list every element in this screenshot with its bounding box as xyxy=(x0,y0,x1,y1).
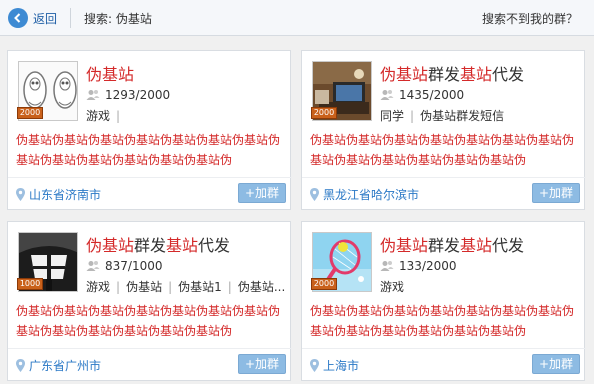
group-name[interactable]: 伪基站群发基站代发 xyxy=(380,61,524,85)
card-footer: 广东省广州市 +加群 xyxy=(8,348,292,382)
group-tag[interactable]: 游戏 xyxy=(86,107,110,124)
group-description: 伪基站伪基站伪基站伪基站伪基站伪基站伪基站伪基站伪基站伪基站伪基站伪基站伪基站伪 xyxy=(16,133,281,167)
capacity-badge: 2000 xyxy=(311,107,337,119)
group-name-part: 伪基站 xyxy=(380,236,429,255)
member-count-text: 837/1000 xyxy=(105,259,163,273)
card-footer: 上海市 +加群 xyxy=(302,348,586,382)
member-count-text: 1435/2000 xyxy=(399,88,465,102)
group-description: 伪基站伪基站伪基站伪基站伪基站伪基站伪基站伪基站伪基站伪基站伪基站伪基站伪基站伪 xyxy=(310,304,575,338)
search-query: 搜索: 伪基站 xyxy=(84,12,152,26)
capacity-badge: 1000 xyxy=(17,278,43,290)
group-location[interactable]: 黑龙江省哈尔滨市 xyxy=(310,186,419,203)
group-tags: 同学 | 伪基站群发短信 xyxy=(380,107,580,124)
tag-separator: | xyxy=(168,280,173,294)
group-name-part: 基站 xyxy=(460,236,493,255)
location-pin-icon xyxy=(310,359,319,372)
group-tag[interactable]: 伪基站群发短信 xyxy=(420,107,504,124)
group-name[interactable]: 伪基站 xyxy=(86,61,134,85)
card-footer: 黑龙江省哈尔滨市 +加群 xyxy=(302,177,586,211)
group-name[interactable]: 伪基站群发基站代发 xyxy=(380,232,524,256)
people-icon xyxy=(380,90,394,100)
group-name-part: 代发 xyxy=(492,236,525,255)
location-text: 黑龙江省哈尔滨市 xyxy=(323,188,420,202)
tag-separator: | xyxy=(116,280,121,294)
back-button[interactable]: 返回 xyxy=(8,7,57,29)
add-group-button[interactable]: +加群 xyxy=(238,354,286,374)
group-card[interactable]: 2000 伪基站群发基站代发 133/2000 游戏 伪基站伪基站伪基站伪基站伪… xyxy=(301,221,586,382)
group-tag[interactable]: 伪基站 xyxy=(126,278,162,295)
group-description: 伪基站伪基站伪基站伪基站伪基站伪基站伪基站伪基站伪基站伪基站伪基站伪基站伪基站伪 xyxy=(16,304,281,338)
group-location[interactable]: 广东省广州市 xyxy=(16,357,101,374)
people-icon xyxy=(380,261,394,271)
capacity-badge: 2000 xyxy=(311,278,337,290)
add-group-button[interactable]: +加群 xyxy=(238,183,286,203)
group-tag[interactable]: 伪基站1 xyxy=(178,278,222,295)
group-location[interactable]: 山东省济南市 xyxy=(16,186,101,203)
tag-separator: | xyxy=(410,109,415,123)
add-group-button[interactable]: +加群 xyxy=(532,183,580,203)
capacity-badge: 2000 xyxy=(17,107,43,119)
card-footer: 山东省济南市 +加群 xyxy=(8,177,292,211)
group-card[interactable]: 1000 伪基站群发基站代发 837/1000 游戏 | 伪基站 | 伪基站1 | 伪基站.… xyxy=(7,221,292,382)
divider xyxy=(70,8,71,28)
group-tag[interactable]: 同学 xyxy=(380,107,404,124)
group-name-part: 伪基站 xyxy=(86,236,135,255)
group-tags: 游戏 | xyxy=(86,107,286,124)
group-tags: 游戏 xyxy=(380,278,580,295)
group-name-part: 群发 xyxy=(428,65,461,84)
location-pin-icon xyxy=(16,359,25,372)
location-pin-icon xyxy=(16,188,25,201)
member-count-text: 1293/2000 xyxy=(105,88,171,102)
group-location[interactable]: 上海市 xyxy=(310,357,359,374)
group-name-part: 伪基站 xyxy=(380,65,429,84)
group-description: 伪基站伪基站伪基站伪基站伪基站伪基站伪基站伪基站伪基站伪基站伪基站伪基站伪基站伪 xyxy=(310,133,575,167)
group-tag[interactable]: 游戏 xyxy=(380,278,404,295)
location-text: 广东省广州市 xyxy=(29,359,102,373)
member-count: 837/1000 xyxy=(86,259,163,273)
group-name-part: 群发 xyxy=(134,236,167,255)
tag-separator: | xyxy=(116,109,121,123)
group-tag[interactable]: 伪基站... xyxy=(238,278,285,295)
group-card[interactable]: 2000 伪基站群发基站代发 1435/2000 同学 | 伪基站群发短信 伪基站伪… xyxy=(301,50,586,211)
location-pin-icon xyxy=(310,188,319,201)
tag-separator: | xyxy=(227,280,232,294)
group-name[interactable]: 伪基站群发基站代发 xyxy=(86,232,230,256)
back-arrow-icon xyxy=(8,8,28,28)
people-icon xyxy=(86,261,100,271)
not-found-link[interactable]: 搜索不到我的群？ xyxy=(482,10,578,27)
group-name-part: 伪基站 xyxy=(86,65,135,84)
member-count-text: 133/2000 xyxy=(399,259,457,273)
location-text: 山东省济南市 xyxy=(29,188,102,202)
top-bar: 返回 搜索: 伪基站 搜索不到我的群？ xyxy=(0,0,594,36)
member-count: 1293/2000 xyxy=(86,88,170,102)
back-label: 返回 xyxy=(33,11,58,26)
group-tags: 游戏 | 伪基站 | 伪基站1 | 伪基站... xyxy=(86,278,286,295)
people-icon xyxy=(86,90,100,100)
group-name-part: 群发 xyxy=(428,236,461,255)
location-text: 上海市 xyxy=(323,359,360,373)
group-name-part: 基站 xyxy=(460,65,493,84)
group-name-part: 代发 xyxy=(492,65,525,84)
member-count: 1435/2000 xyxy=(380,88,464,102)
group-tag[interactable]: 游戏 xyxy=(86,278,110,295)
group-name-part: 基站 xyxy=(166,236,199,255)
group-name-part: 代发 xyxy=(198,236,231,255)
group-card[interactable]: 2000 伪基站 1293/2000 游戏 | 伪基站伪基站伪基站伪基站伪基站伪基… xyxy=(7,50,292,211)
add-group-button[interactable]: +加群 xyxy=(532,354,580,374)
member-count: 133/2000 xyxy=(380,259,457,273)
